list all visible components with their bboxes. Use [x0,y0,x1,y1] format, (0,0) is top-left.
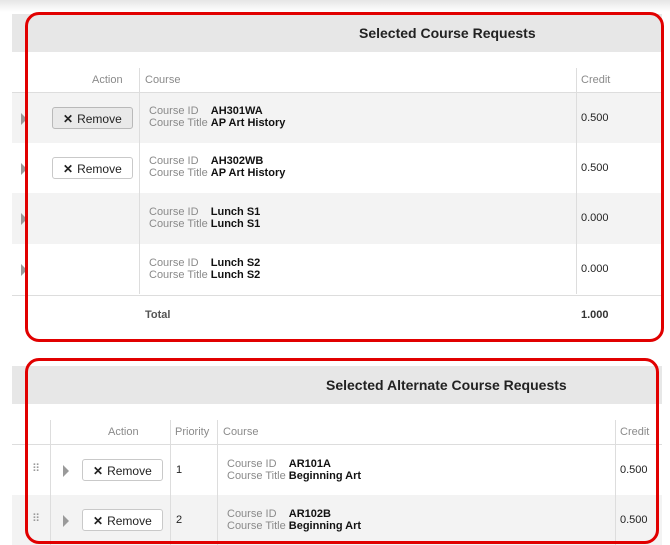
course-info: Course ID Lunch S2 Course Title Lunch S2 [149,257,260,281]
remove-button-label: Remove [107,514,152,528]
column-header-credit: Credit [620,426,650,438]
remove-button[interactable]: ✕ Remove [52,107,133,129]
course-title: AP Art History [210,117,286,129]
credit-value: 0.000 [581,263,609,275]
remove-button-label: Remove [77,112,122,126]
expand-caret-icon[interactable] [21,213,27,225]
column-divider [139,93,140,294]
course-info: Course ID Lunch S1 Course Title Lunch S1 [149,206,260,230]
column-divider [576,93,577,294]
close-icon: ✕ [93,464,104,478]
total-divider [12,295,662,296]
course-info: Course ID AR102B Course Title Beginning … [227,508,361,532]
course-id: Lunch S2 [210,257,261,269]
expand-caret-icon[interactable] [21,113,27,125]
column-divider [576,68,577,92]
credit-value: 0.500 [581,162,609,174]
panel-title: Selected Course Requests [12,14,662,52]
column-divider [50,420,51,444]
course-id-label: Course ID [227,508,277,520]
expand-caret-icon[interactable] [21,163,27,175]
selected-course-requests-panel: Selected Course Requests Action Course C… [12,12,662,342]
course-id-label: Course ID [149,155,199,167]
table-row: Course ID Lunch S2 Course Title Lunch S2… [12,244,662,294]
panel-title-text: Selected Alternate Course Requests [326,377,567,393]
course-id-label: Course ID [227,458,277,470]
column-header-action: Action [92,74,123,86]
course-info: Course ID AH302WB Course Title AP Art Hi… [149,155,285,179]
remove-button[interactable]: ✕ Remove [52,157,133,179]
credit-value: 0.500 [581,112,609,124]
table-row: ✕ Remove Course ID AH302WB Course Title A… [12,143,662,193]
course-id: AH301WA [210,105,263,117]
course-id: Lunch S1 [210,206,261,218]
course-id: AH302WB [210,155,264,167]
course-id-label: Course ID [149,105,199,117]
close-icon: ✕ [63,162,74,176]
drag-handle-icon[interactable]: ⠿ [32,512,40,525]
course-title: Lunch S1 [210,218,261,230]
course-id-label: Course ID [149,257,199,269]
column-header-priority: Priority [175,426,210,438]
remove-button-label: Remove [107,464,152,478]
panel-title-text: Selected Course Requests [359,25,536,41]
column-divider [615,420,616,444]
column-divider [217,445,218,545]
course-title: AP Art History [210,167,286,179]
course-title-label: Course Title [149,167,208,179]
credit-value: 0.500 [620,514,648,526]
total-label: Total [145,309,171,321]
course-id: AR102B [288,508,331,520]
column-divider [170,445,171,545]
credit-value: 0.000 [581,212,609,224]
column-header-credit: Credit [581,74,611,86]
table-row: ⠿ ✕ Remove 2 Course ID AR102B Course Titl… [12,495,662,545]
course-info: Course ID AH301WA Course Title AP Art Hi… [149,105,285,129]
alternate-course-requests-panel: Selected Alternate Course Requests Actio… [12,358,662,545]
top-shadow [0,0,670,12]
column-divider [170,420,171,444]
course-info: Course ID AR101A Course Title Beginning … [227,458,361,482]
remove-button[interactable]: ✕ Remove [82,459,163,481]
column-divider [217,420,218,444]
close-icon: ✕ [63,112,74,126]
close-icon: ✕ [93,514,104,528]
course-title-label: Course Title [149,117,208,129]
course-title-label: Course Title [227,520,286,532]
course-title-label: Course Title [149,269,208,281]
column-divider [50,445,51,545]
priority-value: 2 [176,514,183,526]
course-id-label: Course ID [149,206,199,218]
remove-button[interactable]: ✕ Remove [82,509,163,531]
table-row: ✕ Remove Course ID AH301WA Course Title A… [12,93,662,143]
priority-value: 1 [176,464,183,476]
column-header-action: Action [108,426,139,438]
column-header-course: Course [223,426,259,438]
remove-button-label: Remove [77,162,122,176]
expand-caret-icon[interactable] [63,515,69,527]
course-title: Beginning Art [288,520,362,532]
column-divider [139,68,140,92]
drag-handle-icon[interactable]: ⠿ [32,462,40,475]
course-id: AR101A [288,458,331,470]
panel-title: Selected Alternate Course Requests [12,366,662,404]
course-title: Beginning Art [288,470,362,482]
course-title-label: Course Title [149,218,208,230]
total-value: 1.000 [581,309,609,321]
table-row: Course ID Lunch S1 Course Title Lunch S1… [12,193,662,244]
expand-caret-icon[interactable] [63,465,69,477]
credit-value: 0.500 [620,464,648,476]
course-title: Lunch S2 [210,269,261,281]
table-row: ⠿ ✕ Remove 1 Course ID AR101A Course Titl… [12,445,662,495]
column-divider [615,445,616,545]
column-header-course: Course [145,74,181,86]
course-title-label: Course Title [227,470,286,482]
expand-caret-icon[interactable] [21,264,27,276]
